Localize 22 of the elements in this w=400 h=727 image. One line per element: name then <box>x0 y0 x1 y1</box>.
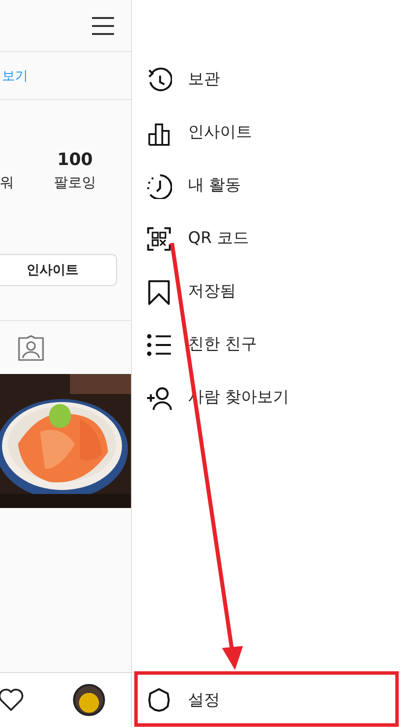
menu-item[interactable]: 인사이트 <box>188 122 252 143</box>
heart-icon[interactable] <box>0 688 24 712</box>
star-list-icon <box>146 332 172 358</box>
menu-item[interactable]: QR 코드 <box>188 228 249 249</box>
add-person-icon <box>146 384 172 410</box>
stat-label: 워 <box>0 174 14 192</box>
clock-arrow-icon <box>146 66 172 92</box>
avatar[interactable] <box>73 684 105 716</box>
clock-icon <box>146 172 172 198</box>
stat-label: 팔로잉 <box>54 174 96 192</box>
menu-icon[interactable] <box>91 16 115 36</box>
bookmark-icon <box>146 278 172 304</box>
gear-icon <box>146 687 172 713</box>
menu-item[interactable]: 보관 <box>188 69 220 90</box>
qr-code-icon <box>146 226 172 252</box>
menu-item[interactable]: 내 활동 <box>188 175 242 196</box>
tagged-person-icon[interactable] <box>17 334 45 360</box>
stat-count: 100 <box>57 150 93 170</box>
menu-item[interactable]: 설정 <box>188 690 220 710</box>
menu-item[interactable]: 친한 친구 <box>188 334 258 355</box>
insights-button[interactable]: 인사이트 <box>0 254 117 286</box>
menu-item[interactable]: 저장됨 <box>188 281 236 302</box>
